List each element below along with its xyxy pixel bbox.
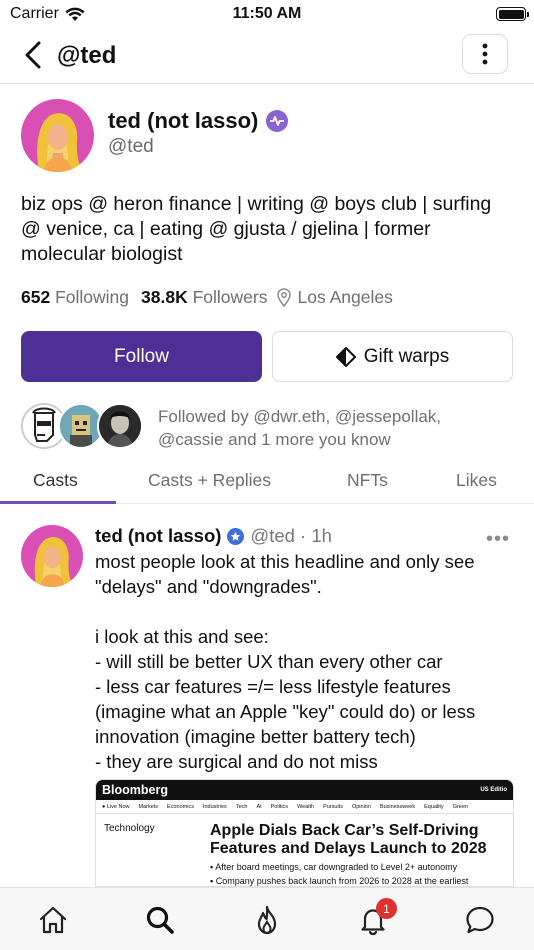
profile-avatar[interactable] [21,99,94,172]
search-icon[interactable] [144,904,176,936]
more-options-button[interactable] [462,34,508,74]
tab-nfts[interactable]: NFTs [347,470,388,491]
embed-nav-item: ● Live Now [102,803,130,810]
chat-icon[interactable] [464,904,496,936]
vertical-ellipsis-icon [482,43,488,65]
warp-diamond-icon [335,346,356,367]
cast-timestamp: 1h [311,525,332,546]
embed-nav-item: AI [256,803,262,810]
profile-bio: biz ops @ heron finance | writing @ boys… [21,193,492,265]
cast-header: ted (not lasso) @ted · 1h [95,525,332,547]
status-bar: Carrier 11:50 AM [0,0,534,30]
profile-name-row: ted (not lasso) [108,108,289,134]
embed-header: Bloomberg US Editio [96,780,513,800]
followed-by-text[interactable]: Followed by @dwr.eth, @jessepollak, @cas… [158,405,508,451]
embed-edition: US Editio [480,787,507,793]
clock: 11:50 AM [232,5,302,22]
embed-bullet: ▪ After board meetings, car downgraded t… [210,862,458,872]
profile-stats: 652 Following 38.8K Followers Los Angele… [21,287,393,308]
embed-nav-item: Green [452,803,468,810]
embed-brand: Bloomberg [102,783,168,797]
embed-nav-item: Economics [167,803,194,810]
notification-count-badge: 1 [376,898,397,919]
embed-nav-item: Opinion [351,803,371,810]
cast-author-avatar[interactable] [21,525,83,587]
embed-nav-item: Tech [235,803,248,810]
gift-warps-button[interactable]: Gift warps [272,331,513,382]
active-tab-indicator [0,501,116,504]
embed-nav-item: Pursuits [323,803,343,810]
cast-more-options-icon[interactable]: ••• [486,528,510,551]
home-icon[interactable] [37,904,69,936]
verified-star-icon [227,527,245,545]
embed-nav: ● Live Now Markets Economics Industries … [96,800,513,814]
cast-author-handle[interactable]: @ted [250,525,295,546]
embed-headline: Apple Dials Back Car’s Self-Driving Feat… [210,822,487,857]
bottom-tab-bar: 1 [0,887,534,950]
nav-bar: @ted [0,30,534,84]
page-title: @ted [57,42,117,69]
mutual-avatar-3 [97,403,143,449]
cast-embed-article[interactable]: Bloomberg US Editio ● Live Now Markets E… [95,779,514,887]
profile-handle: @ted [108,136,154,157]
follow-button[interactable]: Follow [21,331,262,382]
followers-count[interactable]: 38.8K [141,287,188,308]
embed-nav-item: Equality [424,803,444,810]
mutual-followers-avatars[interactable] [21,403,145,449]
embed-nav-item: Markets [138,803,159,810]
profile-display-name: ted (not lasso) [108,108,259,133]
back-arrow-icon[interactable] [20,40,50,70]
embed-nav-item: Industries [202,803,227,810]
profile-location: Los Angeles [297,287,393,307]
embed-bullet: ▪ Company pushes back launch from 2026 t… [210,876,469,886]
profile-tabs: Casts Casts + Replies NFTs Likes [0,460,534,504]
embed-nav-item: Businessweek [379,803,416,810]
embed-section: Technology [104,823,155,834]
power-badge-icon [266,110,289,132]
cast-author-name[interactable]: ted (not lasso) [95,525,221,547]
flame-icon[interactable] [251,904,283,936]
following-label[interactable]: Following [55,287,129,308]
gift-warps-label: Gift warps [363,345,450,367]
location-pin-icon [277,288,292,307]
tab-casts[interactable]: Casts [33,470,78,491]
tab-likes[interactable]: Likes [456,470,497,491]
embed-nav-item: Wealth [297,803,315,810]
battery-icon [496,7,529,21]
tab-casts-replies[interactable]: Casts + Replies [148,470,271,491]
following-count[interactable]: 652 [21,287,50,308]
cast-body: most people look at this headline and on… [95,551,476,772]
followers-label[interactable]: Followers [193,287,268,308]
embed-nav-item: Politics [270,803,289,810]
